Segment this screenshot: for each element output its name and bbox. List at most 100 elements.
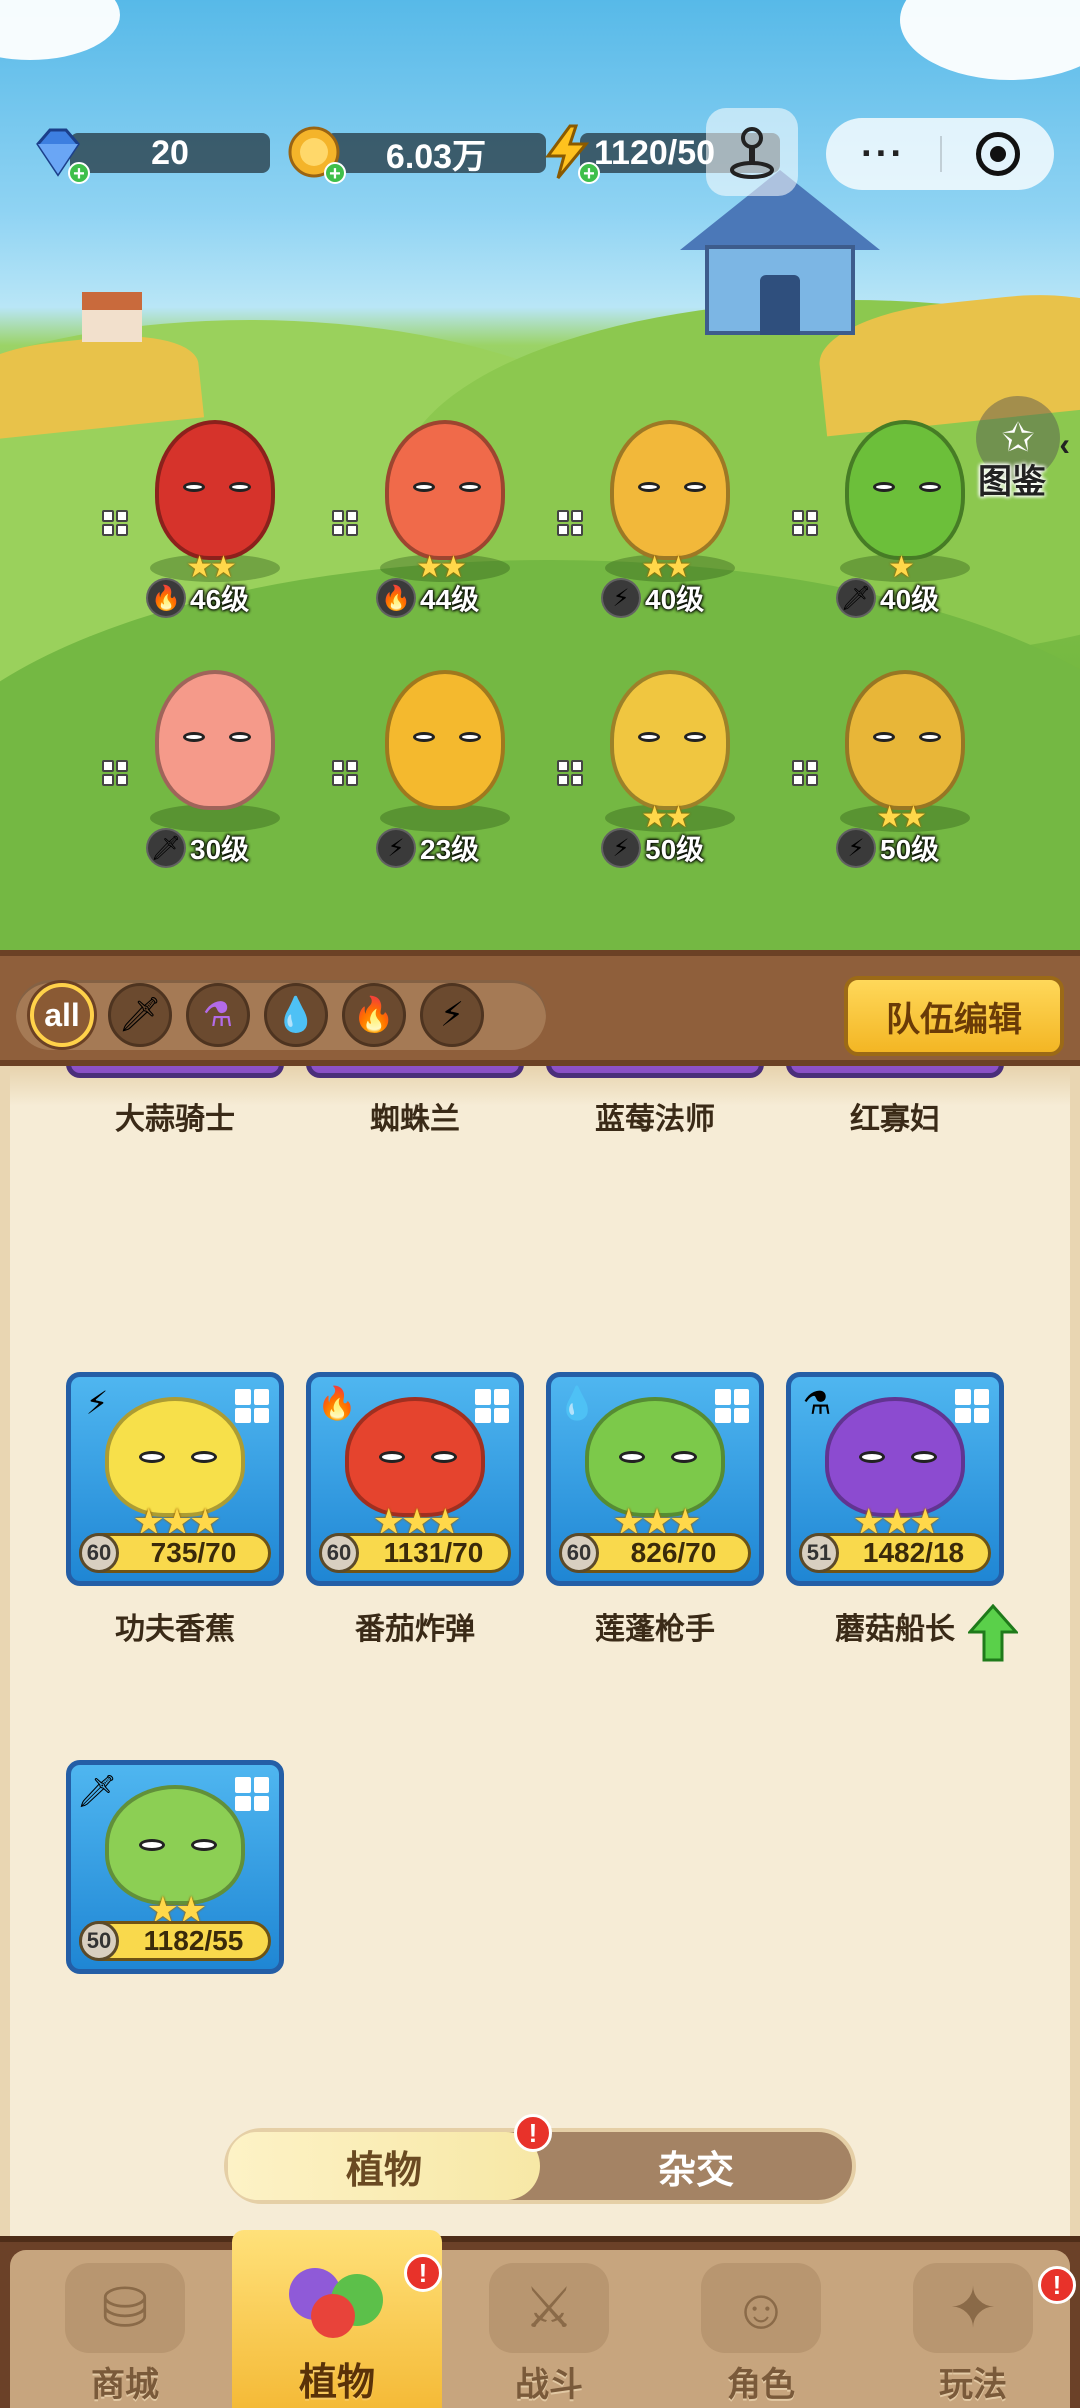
plant-card[interactable]: 💧 ★★★ 60 826/70 bbox=[546, 1372, 764, 1586]
tab-hybrid[interactable]: 杂交 bbox=[540, 2132, 852, 2200]
card-level: 60 bbox=[559, 1533, 599, 1573]
filter-all-button[interactable]: all bbox=[30, 983, 94, 1047]
gameplay-icon: ✦ bbox=[913, 2263, 1033, 2353]
cloud bbox=[900, 0, 1080, 80]
formation-icon bbox=[792, 760, 818, 786]
formation-icon bbox=[332, 760, 358, 786]
plant-name: 蜘蛛兰 bbox=[370, 1103, 460, 1136]
plant-portrait bbox=[585, 1397, 725, 1517]
plant-portrait bbox=[345, 1397, 485, 1517]
plant-card[interactable]: 🔥 ★★★ 60 1131/70 bbox=[306, 1372, 524, 1586]
gem-amount: 20 bbox=[70, 133, 270, 173]
team-plant[interactable]: ★ 🗡 40级 bbox=[792, 410, 1000, 620]
plant-sprite bbox=[155, 670, 275, 810]
mini-program-capsule: ··· bbox=[826, 118, 1054, 190]
tab-plants[interactable]: 植物 bbox=[228, 2132, 540, 2200]
barn bbox=[82, 292, 142, 342]
fragment-count: 826/70 bbox=[630, 1537, 717, 1568]
formation-icon bbox=[102, 760, 128, 786]
fragment-bar: 60 826/70 bbox=[559, 1533, 751, 1573]
card-level: 60 bbox=[319, 1533, 359, 1573]
plant-portrait bbox=[825, 1397, 965, 1517]
nav-label: 植物 bbox=[298, 2362, 375, 2404]
filter-lightning-button[interactable]: ⚡ bbox=[420, 983, 484, 1047]
nav-shop[interactable]: ⛁ 商城 bbox=[20, 2250, 230, 2408]
card-level: 60 bbox=[79, 1533, 119, 1573]
formation-icon bbox=[557, 510, 583, 536]
lightning-icon: ⚡ bbox=[601, 828, 641, 868]
plants-icon bbox=[277, 2257, 397, 2347]
nav-label: 战斗 bbox=[515, 2366, 583, 2404]
plant-card[interactable]: ★ 40 289/40 bbox=[786, 1066, 1004, 1078]
lightning-icon: ⚡ bbox=[836, 828, 876, 868]
plant-level: 40级 bbox=[880, 584, 940, 615]
alert-badge: ! bbox=[514, 2114, 552, 2152]
nav-character[interactable]: ☺ 角色 bbox=[656, 2250, 866, 2408]
close-button[interactable] bbox=[942, 132, 1054, 176]
shop-icon: ⛁ bbox=[65, 2263, 185, 2353]
filter-fire-button[interactable]: 🔥 bbox=[342, 983, 406, 1047]
target-icon bbox=[976, 132, 1020, 176]
team-plant[interactable]: ★★ ⚡ 50级 bbox=[557, 660, 765, 870]
team-plant[interactable]: ★★ ⚡ 40级 bbox=[557, 410, 765, 620]
filter-bar: all 🗡 ⚗ 💧 🔥 ⚡ 队伍编辑 bbox=[0, 950, 1080, 1066]
coin-counter[interactable]: + 6.03万 bbox=[286, 126, 546, 184]
more-options-button[interactable]: ··· bbox=[826, 133, 940, 176]
fire-icon: 🔥 bbox=[317, 1385, 357, 1421]
fragment-bar: 51 1482/18 bbox=[799, 1533, 991, 1573]
lightning-icon: ⚡ bbox=[440, 996, 464, 1034]
team-plant[interactable]: ★★ ⚡ 50级 bbox=[792, 660, 1000, 870]
team-plant[interactable]: ⚡ 23级 bbox=[332, 660, 540, 870]
alert-badge: ! bbox=[404, 2254, 442, 2292]
fragment-count: 1182/55 bbox=[143, 1925, 244, 1956]
formation-icon bbox=[557, 760, 583, 786]
team-edit-button[interactable]: 队伍编辑 bbox=[844, 976, 1064, 1056]
plants-hybrid-toggle: 植物 杂交 ! bbox=[224, 2114, 856, 2204]
gem-counter[interactable]: + 20 bbox=[30, 128, 270, 184]
plant-card[interactable]: 🗡 ★★ 50 1182/55 bbox=[66, 1760, 284, 1974]
plant-sprite bbox=[385, 420, 505, 560]
plant-portrait bbox=[105, 1397, 245, 1517]
nav-gameplay[interactable]: ✦ 玩法 ! bbox=[868, 2250, 1078, 2408]
nav-battle[interactable]: ⚔ 战斗 bbox=[444, 2250, 654, 2408]
fire-icon: 🔥 bbox=[376, 578, 416, 618]
joystick-icon[interactable] bbox=[706, 108, 798, 196]
coin-amount: 6.03万 bbox=[326, 133, 546, 176]
battle-field-scene: + 20 + 6.03万 + 1120/50 ··· ✩ 图鉴 ‹ ★★ 🔥 4… bbox=[0, 0, 1080, 960]
alert-badge: ! bbox=[1038, 2266, 1076, 2304]
lightning-icon: + bbox=[540, 124, 600, 184]
plant-card[interactable]: ★ 40 190/40 bbox=[546, 1066, 764, 1078]
fragment-count: 735/70 bbox=[150, 1537, 237, 1568]
plant-portrait bbox=[105, 1785, 245, 1905]
fire-icon: 🔥 bbox=[352, 996, 396, 1034]
sword-icon: 🗡 bbox=[836, 578, 876, 618]
filter-poison-button[interactable]: ⚗ bbox=[186, 983, 250, 1047]
filter-water-button[interactable]: 💧 bbox=[264, 983, 328, 1047]
plant-card[interactable]: ⚡ ★★★ 60 735/70 bbox=[66, 1372, 284, 1586]
plant-name: 大蒜骑士 bbox=[115, 1103, 235, 1136]
lightning-icon: ⚡ bbox=[85, 1385, 109, 1421]
team-plant[interactable]: ★★ 🔥 46级 bbox=[102, 410, 310, 620]
team-plant[interactable]: 🗡 30级 bbox=[102, 660, 310, 870]
fragment-count: 1131/70 bbox=[383, 1537, 484, 1568]
upgrade-arrow-icon bbox=[966, 1603, 1020, 1662]
fire-icon: 🔥 bbox=[146, 578, 186, 618]
plant-card[interactable]: ★★ 50 246/55 bbox=[66, 1066, 284, 1078]
sword-icon: 🗡 bbox=[76, 1773, 118, 1809]
plant-card[interactable]: ⚗ ★★★ 51 1482/18 bbox=[786, 1372, 1004, 1586]
nav-plants[interactable]: 植物 ! bbox=[232, 2230, 442, 2408]
plant-name: 莲蓬枪手 bbox=[595, 1613, 715, 1646]
plant-collection: ★★ 50 246/55 大蒜骑士 ★★ 50 222/55 蜘蛛兰 ★ 40 … bbox=[0, 1066, 1080, 2236]
sword-icon: 🗡 bbox=[118, 996, 162, 1034]
team-plant[interactable]: ★★ 🔥 44级 bbox=[332, 410, 540, 620]
fragment-bar: 60 735/70 bbox=[79, 1533, 271, 1573]
plant-card[interactable]: ★★ 50 222/55 bbox=[306, 1066, 524, 1078]
fragment-bar: 50 1182/55 bbox=[79, 1921, 271, 1961]
plant-level: 46级 bbox=[190, 584, 250, 615]
formation-icon bbox=[235, 1389, 269, 1423]
formation-icon bbox=[235, 1777, 269, 1811]
bottom-nav: ⛁ 商城 植物 ! ⚔ 战斗 ☺ 角色 ✦ 玩法 ! bbox=[0, 2230, 1080, 2408]
lightning-icon: ⚡ bbox=[376, 828, 416, 868]
filter-sword-button[interactable]: 🗡 bbox=[108, 983, 172, 1047]
formation-icon bbox=[475, 1389, 509, 1423]
